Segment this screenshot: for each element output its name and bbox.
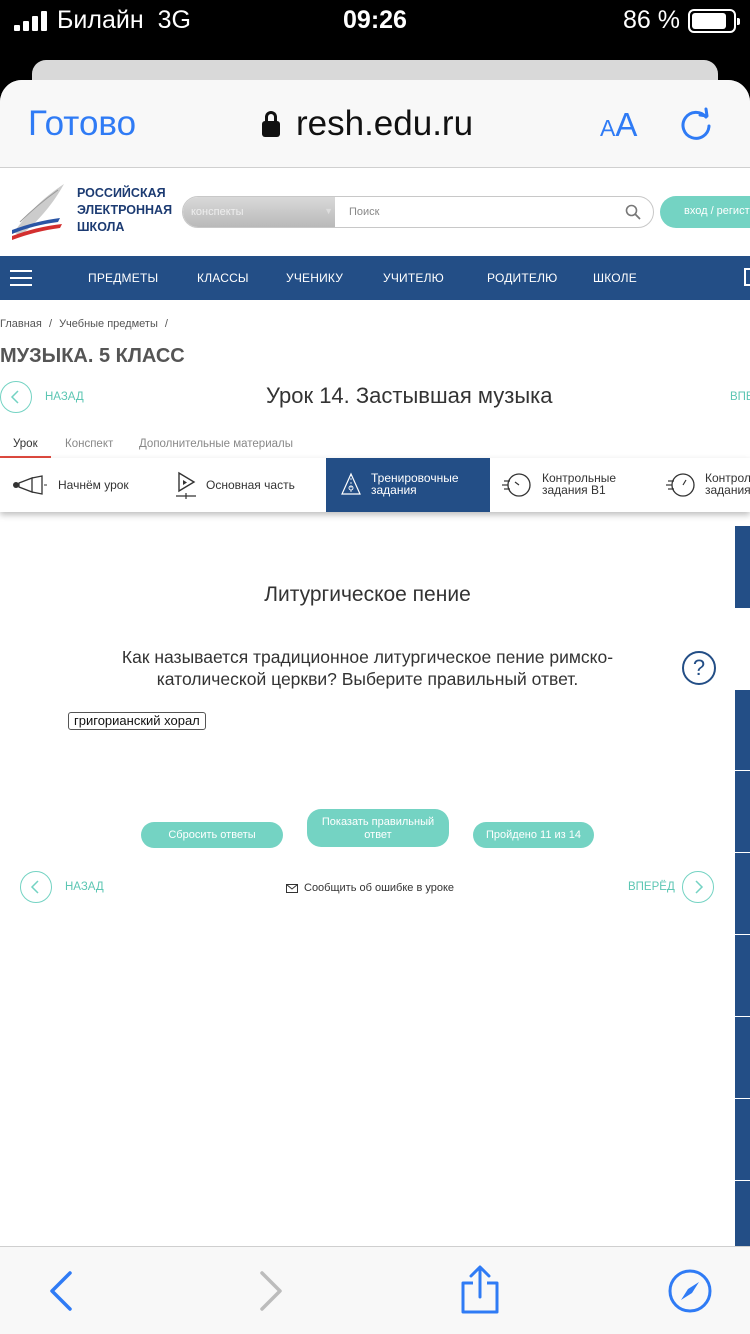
share-icon[interactable] xyxy=(459,1265,501,1315)
lesson-back-label[interactable]: НАЗАД xyxy=(45,391,84,403)
nav-item-classes[interactable]: КЛАССЫ xyxy=(197,271,249,285)
step-control-tasks-b2[interactable]: Контрол задания xyxy=(650,458,750,512)
text-size-small: A xyxy=(600,115,616,141)
lock-icon xyxy=(262,111,280,137)
report-error-label: Сообщить об ошибке в уроке xyxy=(304,882,455,894)
hamburger-menu-icon[interactable] xyxy=(10,270,32,286)
browser-sheet: Готово resh.edu.ru AA РОССИЙСКАЯ ЭЛЕКТРО… xyxy=(0,80,750,1334)
nav-item-subjects[interactable]: ПРЕДМЕТЫ xyxy=(88,271,158,285)
step-label: Контрольные задания В1 xyxy=(542,472,616,496)
nav-item-parent[interactable]: РОДИТЕЛЮ xyxy=(487,271,558,285)
help-button[interactable]: ? xyxy=(682,651,716,685)
show-answer-button[interactable]: Показать правильный ответ xyxy=(307,809,449,847)
show-answer-line2: ответ xyxy=(364,829,392,841)
lesson-tabs: Урок Конспект Дополнительные материалы xyxy=(0,432,750,458)
play-icon xyxy=(176,471,196,499)
step-training-tasks[interactable]: Тренировочные задания xyxy=(326,458,490,512)
task-title: Литургическое пение xyxy=(264,583,471,606)
breadcrumb-separator: / xyxy=(164,318,168,330)
browser-toolbar xyxy=(0,1246,750,1334)
step-main-part[interactable]: Основная часть xyxy=(160,458,326,512)
logo-line-2: ЭЛЕКТРОННАЯ xyxy=(77,203,173,217)
reload-icon[interactable] xyxy=(678,106,714,142)
site-header: РОССИЙСКАЯ ЭЛЕКТРОННАЯ ШКОЛА конспекты ▼… xyxy=(0,168,750,256)
reset-answers-button[interactable]: Сбросить ответы xyxy=(141,822,283,848)
search-icon[interactable] xyxy=(625,204,641,220)
step-label-line2: задания В1 xyxy=(542,483,606,497)
mail-icon xyxy=(286,883,298,893)
step-label: Тренировочные задания xyxy=(371,472,459,496)
nav-overflow-icon[interactable] xyxy=(744,268,750,286)
chevron-down-icon: ▼ xyxy=(324,206,333,216)
progress-badge: Пройдено 11 из 14 xyxy=(473,822,594,848)
tab-lesson[interactable]: Урок xyxy=(13,438,38,450)
logo-line-3: ШКОЛА xyxy=(77,220,125,234)
logo-line-1: РОССИЙСКАЯ xyxy=(77,186,166,200)
nav-item-teacher[interactable]: УЧИТЕЛЮ xyxy=(383,271,444,285)
breadcrumb-subjects[interactable]: Учебные предметы xyxy=(59,318,158,330)
breadcrumb: Главная / Учебные предметы / xyxy=(0,318,172,330)
step-control-tasks-b1[interactable]: Контрольные задания В1 xyxy=(490,458,650,512)
step-label-line2: задания xyxy=(371,483,417,497)
done-button[interactable]: Готово xyxy=(28,104,136,144)
text-size-big: A xyxy=(615,106,638,143)
step-label: Контрол задания xyxy=(705,472,750,496)
text-size-button[interactable]: AA xyxy=(600,106,637,144)
side-panel-strip[interactable] xyxy=(735,526,750,1246)
search-box: конспекты ▼ Поиск xyxy=(182,196,654,228)
nav-item-student[interactable]: УЧЕНИКУ xyxy=(286,271,343,285)
main-nav: ПРЕДМЕТЫ КЛАССЫ УЧЕНИКУ УЧИТЕЛЮ РОДИТЕЛЮ… xyxy=(0,256,750,300)
tab-extra-materials[interactable]: Дополнительные материалы xyxy=(139,438,293,450)
pyramid-icon xyxy=(341,472,361,495)
report-error-link[interactable]: Сообщить об ошибке в уроке xyxy=(286,882,454,894)
battery-icon xyxy=(688,8,740,33)
timer-icon xyxy=(502,473,531,497)
battery-percent: 86 % xyxy=(623,6,680,34)
step-label: Основная часть xyxy=(206,478,295,492)
step-label-line2: задания xyxy=(705,483,750,497)
footer-back-button[interactable] xyxy=(20,871,52,903)
page-title: МУЗЫКА. 5 КЛАСС xyxy=(0,345,185,367)
lesson-back-button[interactable] xyxy=(0,381,32,413)
search-input[interactable]: Поиск xyxy=(349,206,379,218)
search-category-value: конспекты xyxy=(191,206,244,218)
search-category-select[interactable]: конспекты ▼ xyxy=(183,197,335,227)
lesson-steps: Начнём урок Основная часть Тренировочные… xyxy=(0,458,750,512)
compass-icon[interactable] xyxy=(667,1268,713,1314)
school-logo-text[interactable]: РОССИЙСКАЯ ЭЛЕКТРОННАЯ ШКОЛА xyxy=(77,185,172,236)
footer-back-label[interactable]: НАЗАД xyxy=(65,881,104,893)
forward-arrow-icon[interactable] xyxy=(258,1271,284,1311)
address-bar[interactable]: resh.edu.ru xyxy=(262,104,473,144)
footer-forward-label[interactable]: ВПЕРЁД xyxy=(628,881,675,893)
status-bar: Билайн 3G 09:26 86 % xyxy=(0,0,750,58)
tab-summary[interactable]: Конспект xyxy=(65,438,113,450)
back-arrow-icon[interactable] xyxy=(48,1271,74,1311)
megaphone-icon xyxy=(13,475,47,495)
battery-info: 86 % xyxy=(623,6,740,35)
login-button[interactable]: вход / регист xyxy=(660,196,750,228)
nav-item-school[interactable]: ШКОЛЕ xyxy=(593,271,637,285)
timer-icon xyxy=(666,473,695,497)
lesson-title: Урок 14. Застывшая музыка xyxy=(266,383,553,408)
answer-option[interactable]: григорианский хорал xyxy=(68,712,206,730)
breadcrumb-separator: / xyxy=(48,318,52,330)
step-label: Начнём урок xyxy=(58,478,129,492)
chevron-right-icon xyxy=(695,880,704,894)
url-text: resh.edu.ru xyxy=(296,104,474,143)
school-logo-icon[interactable] xyxy=(10,180,66,244)
footer-forward-button[interactable] xyxy=(682,871,714,903)
show-answer-line1: Показать правильный xyxy=(321,816,435,828)
lesson-forward-label[interactable]: ВПЕ xyxy=(730,391,750,403)
breadcrumb-home[interactable]: Главная xyxy=(0,318,42,330)
chevron-left-icon xyxy=(10,390,19,404)
browser-top-bar: Готово resh.edu.ru AA xyxy=(0,80,750,168)
chevron-left-icon xyxy=(30,880,39,894)
step-start-lesson[interactable]: Начнём урок xyxy=(0,458,160,512)
task-question: Как называется традиционное литургическо… xyxy=(121,647,614,689)
